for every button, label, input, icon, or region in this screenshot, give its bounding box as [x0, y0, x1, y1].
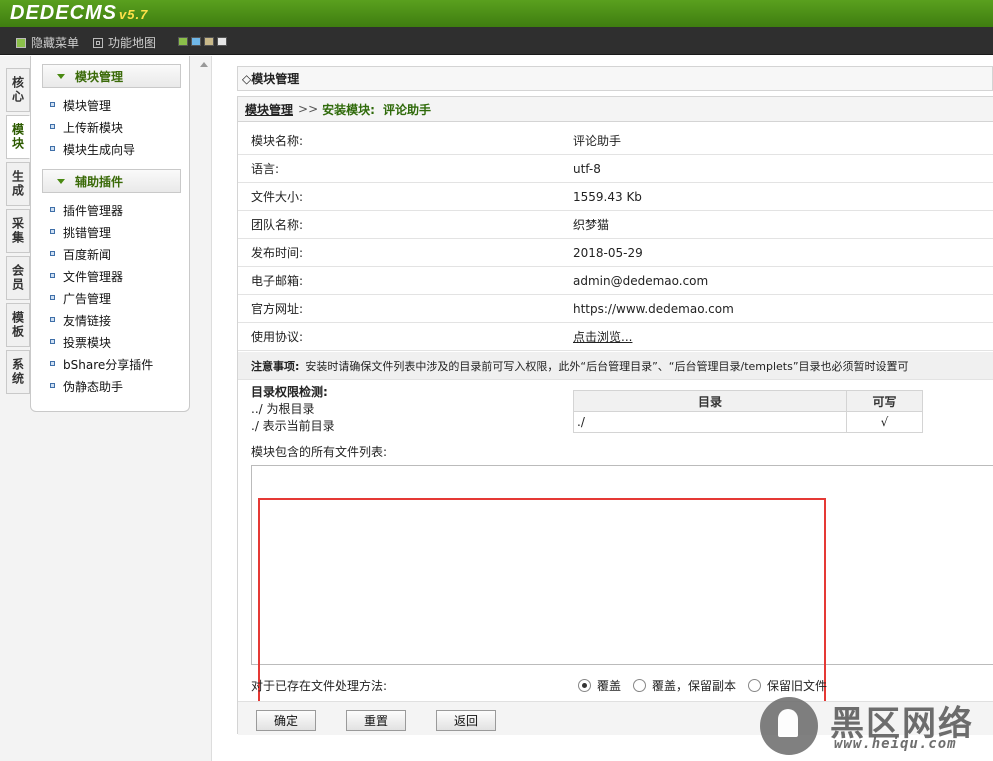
- notice-text: 安装时请确保文件列表中涉及的目录前可写入权限，此外“后台管理目录”、“后台管理目…: [305, 359, 909, 373]
- tab-collect[interactable]: 采集: [6, 209, 30, 253]
- watermark-logo-icon: [760, 697, 818, 755]
- bullet-icon: [50, 251, 55, 256]
- tab-generate[interactable]: 生成: [6, 162, 30, 206]
- group-module-management[interactable]: 模块管理: [42, 64, 181, 88]
- bullet-icon: [50, 361, 55, 366]
- breadcrumb-separator: >>: [298, 102, 319, 116]
- info-row-date: 发布时间: 2018-05-29: [238, 239, 993, 267]
- radio-overwrite-label: 覆盖: [597, 679, 622, 693]
- grid-icon: [93, 37, 103, 48]
- feature-map-button[interactable]: 功能地图: [93, 34, 156, 51]
- menu-item-error-report[interactable]: 挑错管理: [31, 221, 189, 243]
- bullet-icon: [50, 124, 55, 129]
- breadcrumb-root-link[interactable]: 模块管理: [245, 101, 293, 118]
- dir-permission-table: 目录 可写 ./ √: [573, 390, 923, 433]
- notice-label: 注意事项:: [251, 359, 300, 373]
- menu-item-bshare[interactable]: bShare分享插件: [31, 353, 189, 375]
- left-sidebar: 核心 模块 生成 采集 会员 模板 系统 模块管理 模块管理 上传新模块 模块生…: [0, 56, 212, 761]
- dir-cell: ./: [573, 411, 847, 433]
- tab-template[interactable]: 模板: [6, 303, 30, 347]
- info-row-website: 官方网址: https://www.dedemao.com: [238, 295, 993, 323]
- sidebar-scrollbar[interactable]: [196, 56, 212, 761]
- writable-cell: √: [846, 411, 923, 433]
- watermark-url: www.heiqu.com: [834, 736, 957, 752]
- panel-icon: [16, 37, 26, 48]
- notice-row: 注意事项: 安装时请确保文件列表中涉及的目录前可写入权限，此外“后台管理目录”、…: [238, 352, 993, 380]
- breadcrumb: 模块管理 >> 安装模块: 评论助手: [238, 97, 993, 122]
- theme-swatch-green[interactable]: [178, 37, 188, 46]
- menu-item-vote[interactable]: 投票模块: [31, 331, 189, 353]
- column-header-writable: 可写: [846, 390, 923, 412]
- table-header-row: 目录 可写: [573, 390, 923, 412]
- column-header-dir: 目录: [573, 390, 847, 412]
- menu-item-module-wizard[interactable]: 模块生成向导: [31, 138, 189, 160]
- dir-check-info: 目录权限检测: ../ 为根目录 ./ 表示当前目录: [251, 384, 335, 435]
- hide-menu-button[interactable]: 隐藏菜单: [16, 34, 79, 51]
- bullet-icon: [50, 229, 55, 234]
- tab-module[interactable]: 模块: [6, 115, 30, 159]
- radio-keep-old[interactable]: [748, 679, 762, 692]
- existing-file-label: 对于已存在文件处理方法:: [251, 678, 388, 693]
- side-menu: 模块管理 模块管理 上传新模块 模块生成向导 辅助插件 插件管理器 挑错管理 百…: [30, 56, 190, 412]
- back-button[interactable]: 返回: [436, 710, 496, 731]
- info-row-size: 文件大小: 1559.43 Kb: [238, 183, 993, 211]
- tab-core[interactable]: 核心: [6, 68, 30, 112]
- menu-bar: 隐藏菜单 功能地图: [0, 27, 993, 55]
- menu-item-file-manager[interactable]: 文件管理器: [31, 265, 189, 287]
- heiqu-watermark: 黑区网络 www.heiqu.com: [760, 692, 993, 761]
- vertical-tabs: 核心 模块 生成 采集 会员 模板 系统: [6, 68, 30, 397]
- page-title: ◇模块管理: [237, 66, 993, 91]
- info-row-team: 团队名称: 织梦猫: [238, 211, 993, 239]
- reset-button[interactable]: 重置: [346, 710, 406, 731]
- menu-item-friend-links[interactable]: 友情链接: [31, 309, 189, 331]
- bullet-icon: [50, 207, 55, 212]
- radio-overwrite-backup-label: 覆盖，保留副本: [652, 679, 737, 693]
- menu-item-baidu-news[interactable]: 百度新闻: [31, 243, 189, 265]
- breadcrumb-step: 安装模块:: [322, 102, 375, 117]
- table-row: ./ √: [573, 411, 923, 433]
- confirm-button[interactable]: 确定: [256, 710, 316, 731]
- menu-item-upload-module[interactable]: 上传新模块: [31, 116, 189, 138]
- menu-item-ads[interactable]: 广告管理: [31, 287, 189, 309]
- menu-item-module-management[interactable]: 模块管理: [31, 94, 189, 116]
- bullet-icon: [50, 317, 55, 322]
- theme-swatch-tan[interactable]: [204, 37, 214, 46]
- dir-check-title: 目录权限检测:: [251, 385, 328, 399]
- dir-check-line2: ./ 表示当前目录: [251, 419, 335, 433]
- theme-swatch-blue[interactable]: [191, 37, 201, 46]
- dir-check-line1: ../ 为根目录: [251, 402, 315, 416]
- bullet-icon: [50, 295, 55, 300]
- triangle-down-icon: [57, 178, 65, 184]
- file-list-label: 模块包含的所有文件列表:: [251, 445, 388, 459]
- bullet-icon: [50, 273, 55, 278]
- bullet-icon: [50, 102, 55, 107]
- triangle-down-icon: [57, 73, 65, 79]
- license-link[interactable]: 点击浏览...: [573, 328, 632, 345]
- menu-item-plugin-manager[interactable]: 插件管理器: [31, 199, 189, 221]
- tab-system[interactable]: 系统: [6, 350, 30, 394]
- menu-item-pseudo-static[interactable]: 伪静态助手: [31, 375, 189, 397]
- radio-overwrite[interactable]: [578, 679, 591, 692]
- group-plugins[interactable]: 辅助插件: [42, 169, 181, 193]
- info-row-email: 电子邮箱: admin@dedemao.com: [238, 267, 993, 295]
- file-list-textarea[interactable]: [251, 465, 993, 665]
- dedecms-logo: DEDECMS v5.7: [10, 2, 149, 24]
- scroll-up-icon[interactable]: [200, 62, 208, 67]
- bullet-icon: [50, 383, 55, 388]
- info-row-language: 语言: utf-8: [238, 155, 993, 183]
- breadcrumb-module-name: 评论助手: [382, 102, 431, 117]
- main-content: ◇模块管理 模块管理 >> 安装模块: 评论助手 模块名称: 评论助手 语言: ut…: [213, 56, 993, 761]
- radio-overwrite-backup[interactable]: [633, 679, 647, 692]
- info-row-license: 使用协议: 点击浏览...: [238, 323, 993, 351]
- bullet-icon: [50, 146, 55, 151]
- theme-swatch-white[interactable]: [217, 37, 227, 46]
- top-header: DEDECMS v5.7: [0, 0, 993, 27]
- theme-swatches: [178, 37, 227, 46]
- tab-member[interactable]: 会员: [6, 256, 30, 300]
- info-row-name: 模块名称: 评论助手: [238, 127, 993, 155]
- bullet-icon: [50, 339, 55, 344]
- install-panel: 模块管理 >> 安装模块: 评论助手 模块名称: 评论助手 语言: utf-8 文件…: [237, 96, 993, 735]
